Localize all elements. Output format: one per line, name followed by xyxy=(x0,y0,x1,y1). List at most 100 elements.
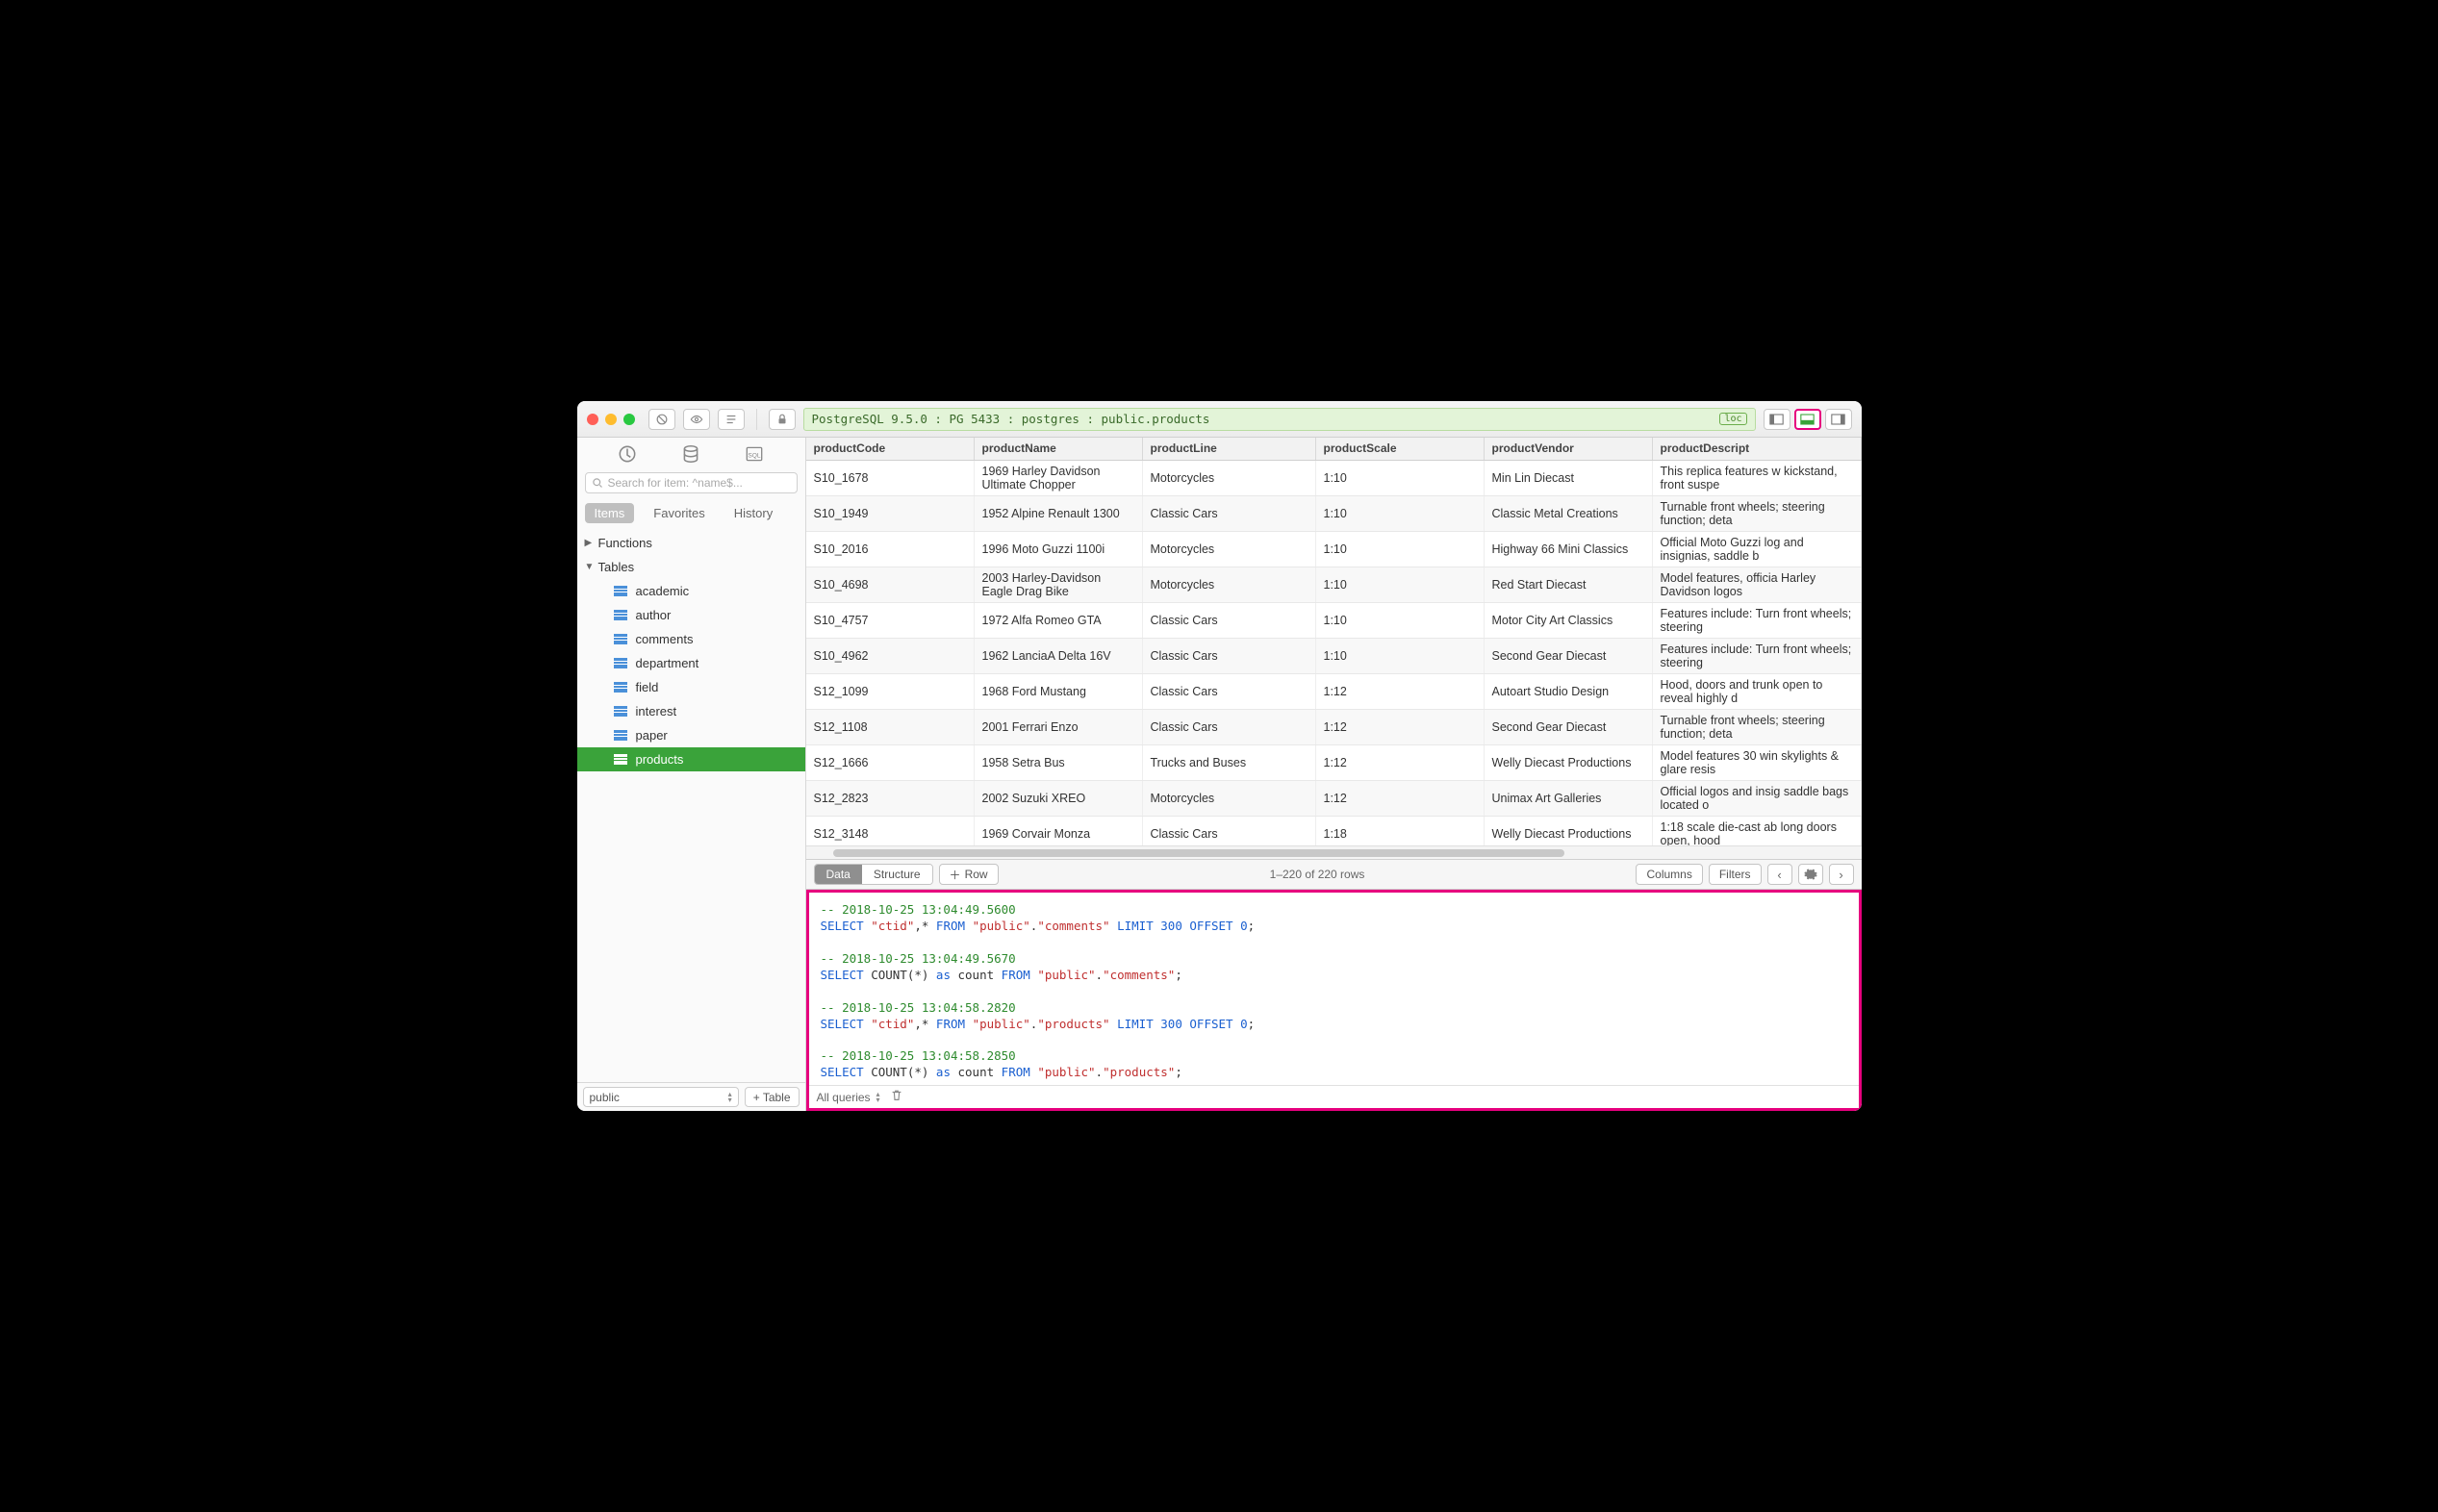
table-cell[interactable]: 2002 Suzuki XREO xyxy=(975,781,1143,816)
table-cell[interactable]: 2003 Harley-Davidson Eagle Drag Bike xyxy=(975,567,1143,602)
table-cell[interactable]: 1:10 xyxy=(1316,461,1485,495)
table-cell[interactable]: Red Start Diecast xyxy=(1485,567,1653,602)
table-cell[interactable]: Classic Cars xyxy=(1143,603,1316,638)
table-cell[interactable]: Features include: Turn front wheels; ste… xyxy=(1653,639,1862,673)
connection-icon[interactable] xyxy=(617,443,638,465)
column-header[interactable]: productVendor xyxy=(1485,438,1653,460)
table-cell[interactable]: 1962 LanciaA Delta 16V xyxy=(975,639,1143,673)
table-cell[interactable]: Motor City Art Classics xyxy=(1485,603,1653,638)
table-cell[interactable]: Classic Metal Creations xyxy=(1485,496,1653,531)
table-cell[interactable]: 1:10 xyxy=(1316,603,1485,638)
table-cell[interactable]: 1972 Alfa Romeo GTA xyxy=(975,603,1143,638)
prev-button[interactable]: ‹ xyxy=(1767,864,1792,885)
table-cell[interactable]: Highway 66 Mini Classics xyxy=(1485,532,1653,567)
add-table-button[interactable]: + Table xyxy=(745,1087,800,1107)
table-cell[interactable]: 1968 Ford Mustang xyxy=(975,674,1143,709)
table-cell[interactable]: S12_3148 xyxy=(806,817,975,845)
table-row[interactable]: S10_46982003 Harley-Davidson Eagle Drag … xyxy=(806,567,1862,603)
table-row[interactable]: S10_49621962 LanciaA Delta 16VClassic Ca… xyxy=(806,639,1862,674)
list-button[interactable] xyxy=(718,409,745,430)
table-cell[interactable]: This replica features w kickstand, front… xyxy=(1653,461,1862,495)
column-header[interactable]: productDescript xyxy=(1653,438,1862,460)
panel-right-button[interactable] xyxy=(1825,409,1852,430)
table-cell[interactable]: S12_1099 xyxy=(806,674,975,709)
table-cell[interactable]: 1996 Moto Guzzi 1100i xyxy=(975,532,1143,567)
table-cell[interactable]: 1:10 xyxy=(1316,532,1485,567)
next-button[interactable]: › xyxy=(1829,864,1854,885)
table-row[interactable]: S10_47571972 Alfa Romeo GTAClassic Cars1… xyxy=(806,603,1862,639)
table-cell[interactable]: 1:12 xyxy=(1316,745,1485,780)
table-cell[interactable]: 1969 Harley Davidson Ultimate Chopper xyxy=(975,461,1143,495)
trash-icon[interactable] xyxy=(890,1089,903,1105)
tab-history[interactable]: History xyxy=(724,503,782,523)
table-cell[interactable]: Hood, doors and trunk open to reveal hig… xyxy=(1653,674,1862,709)
table-cell[interactable]: Motorcycles xyxy=(1143,567,1316,602)
table-row[interactable]: S10_19491952 Alpine Renault 1300Classic … xyxy=(806,496,1862,532)
horizontal-scrollbar[interactable] xyxy=(806,845,1862,859)
table-cell[interactable]: Official logos and insig saddle bags loc… xyxy=(1653,781,1862,816)
table-cell[interactable]: Classic Cars xyxy=(1143,674,1316,709)
zoom-window-button[interactable] xyxy=(623,414,635,425)
table-cell[interactable]: Classic Cars xyxy=(1143,639,1316,673)
table-cell[interactable]: 1:10 xyxy=(1316,496,1485,531)
add-row-button[interactable]: ＋Row xyxy=(939,864,999,885)
column-header[interactable]: productLine xyxy=(1143,438,1316,460)
table-cell[interactable]: Motorcycles xyxy=(1143,461,1316,495)
table-cell[interactable]: Features include: Turn front wheels; ste… xyxy=(1653,603,1862,638)
sidebar-item-department[interactable]: department xyxy=(577,651,805,675)
sidebar-item-comments[interactable]: comments xyxy=(577,627,805,651)
table-cell[interactable]: Second Gear Diecast xyxy=(1485,639,1653,673)
table-cell[interactable]: Welly Diecast Productions xyxy=(1485,745,1653,780)
column-header[interactable]: productScale xyxy=(1316,438,1485,460)
table-row[interactable]: S12_11082001 Ferrari EnzoClassic Cars1:1… xyxy=(806,710,1862,745)
close-window-button[interactable] xyxy=(587,414,598,425)
table-cell[interactable]: S10_4757 xyxy=(806,603,975,638)
table-cell[interactable]: 1:12 xyxy=(1316,781,1485,816)
schema-select[interactable]: public▴▾ xyxy=(583,1087,739,1107)
table-cell[interactable]: 2001 Ferrari Enzo xyxy=(975,710,1143,744)
table-cell[interactable]: 1969 Corvair Monza xyxy=(975,817,1143,845)
table-cell[interactable]: Autoart Studio Design xyxy=(1485,674,1653,709)
query-filter-select[interactable]: All queries▴▾ xyxy=(817,1091,880,1104)
table-cell[interactable]: Unimax Art Galleries xyxy=(1485,781,1653,816)
table-row[interactable]: S10_16781969 Harley Davidson Ultimate Ch… xyxy=(806,461,1862,496)
table-cell[interactable]: S10_1678 xyxy=(806,461,975,495)
table-cell[interactable]: 1958 Setra Bus xyxy=(975,745,1143,780)
panel-left-button[interactable] xyxy=(1764,409,1790,430)
table-cell[interactable]: S12_2823 xyxy=(806,781,975,816)
tab-structure[interactable]: Structure xyxy=(862,865,932,884)
table-cell[interactable]: S10_2016 xyxy=(806,532,975,567)
table-cell[interactable]: Model features 30 win skylights & glare … xyxy=(1653,745,1862,780)
table-row[interactable]: S12_28232002 Suzuki XREOMotorcycles1:12U… xyxy=(806,781,1862,817)
table-body[interactable]: S10_16781969 Harley Davidson Ultimate Ch… xyxy=(806,461,1862,845)
sidebar-item-paper[interactable]: paper xyxy=(577,723,805,747)
sidebar-item-field[interactable]: field xyxy=(577,675,805,699)
table-cell[interactable]: 1:10 xyxy=(1316,639,1485,673)
table-cell[interactable]: S10_4962 xyxy=(806,639,975,673)
search-input[interactable]: Search for item: ^name$... xyxy=(585,472,798,493)
lock-icon[interactable] xyxy=(769,409,796,430)
table-cell[interactable]: Classic Cars xyxy=(1143,710,1316,744)
table-cell[interactable]: Trucks and Buses xyxy=(1143,745,1316,780)
tree-tables[interactable]: ▼Tables xyxy=(577,555,805,579)
table-cell[interactable]: 1:18 xyxy=(1316,817,1485,845)
sidebar-item-author[interactable]: author xyxy=(577,603,805,627)
filters-button[interactable]: Filters xyxy=(1709,864,1762,885)
stop-button[interactable] xyxy=(648,409,675,430)
console-log[interactable]: -- 2018-10-25 13:04:49.5600 SELECT "ctid… xyxy=(809,893,1859,1085)
panel-bottom-button[interactable] xyxy=(1794,409,1821,430)
table-cell[interactable]: S12_1666 xyxy=(806,745,975,780)
table-cell[interactable]: Classic Cars xyxy=(1143,496,1316,531)
table-cell[interactable]: Official Moto Guzzi log and insignias, s… xyxy=(1653,532,1862,567)
sidebar-item-products[interactable]: products xyxy=(577,747,805,771)
tree-functions[interactable]: ▶Functions xyxy=(577,531,805,555)
table-cell[interactable]: Motorcycles xyxy=(1143,781,1316,816)
table-cell[interactable]: 1:12 xyxy=(1316,710,1485,744)
table-cell[interactable]: Motorcycles xyxy=(1143,532,1316,567)
gear-icon[interactable] xyxy=(1798,864,1823,885)
table-cell[interactable]: Second Gear Diecast xyxy=(1485,710,1653,744)
table-cell[interactable]: Turnable front wheels; steering function… xyxy=(1653,710,1862,744)
tab-items[interactable]: Items xyxy=(585,503,635,523)
table-cell[interactable]: Min Lin Diecast xyxy=(1485,461,1653,495)
table-row[interactable]: S12_10991968 Ford MustangClassic Cars1:1… xyxy=(806,674,1862,710)
